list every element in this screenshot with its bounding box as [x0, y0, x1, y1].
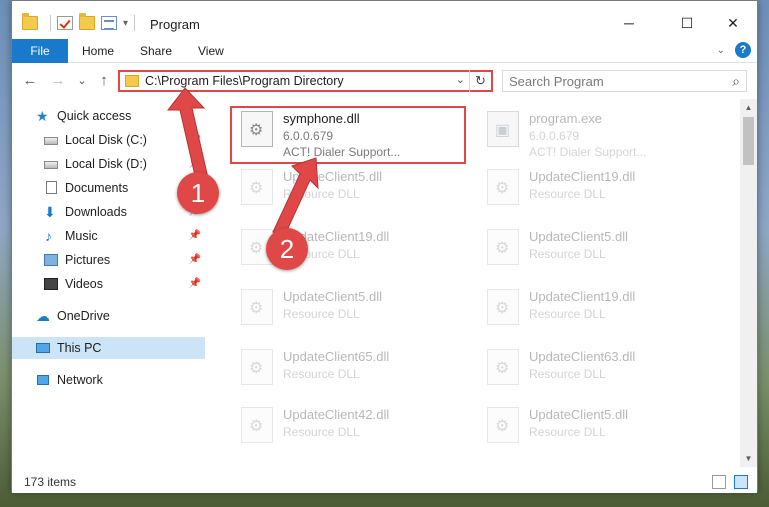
file-item-program-exe[interactable]: program.exe 6.0.0.679 ACT! Dialer Suppor…	[477, 101, 715, 161]
dll-file-icon	[241, 407, 273, 443]
up-arrow-icon[interactable]: ↑	[94, 72, 114, 90]
navigation-pane: ★ Quick access Local Disk (C:) 📌 Local D…	[12, 99, 205, 467]
download-icon: ⬇	[44, 204, 56, 220]
search-box[interactable]: ⌕	[502, 70, 747, 92]
file-item[interactable]: UpdateClient5.dll Resource DLL	[477, 397, 715, 457]
music-icon: ♪	[45, 228, 52, 244]
scroll-up-icon[interactable]: ▲	[740, 99, 757, 116]
file-highlight-box	[230, 106, 466, 164]
pin-icon[interactable]: 📌	[189, 225, 201, 247]
sidebar-item-videos[interactable]: Videos 📌	[12, 273, 205, 295]
dll-file-icon	[241, 289, 273, 325]
step-marker-2: 2	[266, 228, 308, 270]
file-item[interactable]: UpdateClient65.dll Resource DLL	[231, 339, 469, 399]
back-arrow-icon[interactable]: ←	[20, 72, 40, 90]
sidebar-item-network[interactable]: Network	[12, 369, 205, 391]
file-item[interactable]: UpdateClient5.dll Resource DLL	[477, 219, 715, 279]
dll-file-icon	[241, 349, 273, 385]
properties-check-icon[interactable]	[57, 16, 73, 30]
ribbon-tabs: File Home Share View ⌄ ?	[12, 39, 757, 63]
search-input[interactable]	[503, 71, 718, 91]
sidebar-item-local-disk-c[interactable]: Local Disk (C:) 📌	[12, 129, 205, 151]
sidebar-item-downloads[interactable]: ⬇ Downloads 📌	[12, 201, 205, 223]
sidebar-item-this-pc[interactable]: This PC	[12, 337, 205, 359]
dll-file-icon	[487, 169, 519, 205]
file-item[interactable]: UpdateClient5.dll Resource DLL	[231, 279, 469, 339]
computer-icon	[36, 343, 50, 353]
file-item[interactable]: UpdateClient63.dll Resource DLL	[477, 339, 715, 399]
chevron-down-icon[interactable]: ▾	[123, 18, 128, 29]
maximize-button[interactable]: ☐	[664, 9, 710, 37]
tab-view[interactable]: View	[198, 39, 224, 63]
sidebar-item-documents[interactable]: Documents 📌	[12, 177, 205, 199]
new-folder-icon[interactable]	[79, 13, 95, 30]
dll-file-icon	[487, 407, 519, 443]
item-count: 173 items	[24, 475, 77, 489]
file-item[interactable]: UpdateClient42.dll Resource DLL	[231, 397, 469, 457]
sidebar-item-onedrive[interactable]: ☁ OneDrive	[12, 305, 205, 327]
step-marker-1: 1	[177, 172, 219, 214]
customize-toolbar-icon[interactable]	[101, 16, 117, 30]
pin-icon[interactable]: 📌	[189, 249, 201, 271]
quick-access-toolbar: ▾	[22, 13, 141, 33]
dll-file-icon	[487, 229, 519, 265]
disk-icon	[44, 137, 58, 145]
tab-file[interactable]: File	[12, 39, 68, 63]
window-title: Program	[150, 17, 200, 32]
close-button[interactable]: ✕	[710, 9, 756, 37]
dll-file-icon	[487, 289, 519, 325]
dll-file-icon	[241, 169, 273, 205]
details-view-icon[interactable]	[712, 475, 726, 489]
tab-home[interactable]: Home	[82, 39, 114, 63]
status-bar: 173 items	[12, 471, 757, 493]
forward-arrow-icon[interactable]: →	[48, 72, 68, 90]
file-item[interactable]: UpdateClient19.dll Resource DLL	[477, 279, 715, 339]
refresh-icon[interactable]: ↻	[469, 70, 491, 92]
file-item[interactable]: UpdateClient19.dll Resource DLL	[477, 159, 715, 219]
address-bar[interactable]: C:\Program Files\Program Directory ⌄ ↻	[118, 70, 493, 92]
search-icon[interactable]: ⌕	[732, 73, 740, 90]
pin-icon[interactable]: 📌	[189, 129, 201, 151]
file-explorer-window: ▾ Program ─ ☐ ✕ File Home Share View ⌄ ?…	[11, 0, 758, 493]
vertical-scrollbar[interactable]: ▲ ▼	[740, 99, 757, 467]
expand-ribbon-icon[interactable]: ⌄	[717, 45, 725, 56]
network-icon	[37, 375, 49, 385]
disk-icon	[44, 161, 58, 169]
pictures-icon	[44, 254, 58, 266]
video-icon	[44, 278, 58, 290]
file-item[interactable]: UpdateClient5.dll Resource DLL	[231, 159, 469, 219]
scroll-down-icon[interactable]: ▼	[740, 450, 757, 467]
scroll-thumb[interactable]	[743, 117, 754, 165]
large-icons-view-icon[interactable]	[734, 475, 748, 489]
sidebar-item-pictures[interactable]: Pictures 📌	[12, 249, 205, 271]
cloud-icon: ☁	[36, 308, 50, 324]
star-icon: ★	[36, 108, 49, 124]
tab-share[interactable]: Share	[140, 39, 172, 63]
title-bar[interactable]: ▾ Program ─ ☐ ✕	[12, 1, 757, 39]
address-path[interactable]: C:\Program Files\Program Directory	[145, 74, 344, 88]
minimize-button[interactable]: ─	[606, 9, 652, 37]
folder-icon	[22, 13, 38, 30]
recent-locations-icon[interactable]: ⌄	[72, 72, 92, 90]
dll-file-icon	[487, 349, 519, 385]
sidebar-item-local-disk-d[interactable]: Local Disk (D:) 📌	[12, 153, 205, 175]
navigation-bar: ← → ⌄ ↑ C:\Program Files\Program Directo…	[12, 63, 757, 99]
chevron-down-icon[interactable]: ⌄	[456, 73, 465, 86]
document-icon	[46, 181, 57, 194]
folder-icon	[125, 75, 139, 87]
exe-file-icon	[487, 111, 519, 147]
sidebar-item-music[interactable]: ♪ Music 📌	[12, 225, 205, 247]
help-icon[interactable]: ?	[735, 42, 751, 58]
pin-icon[interactable]: 📌	[189, 273, 201, 295]
sidebar-item-quick-access[interactable]: ★ Quick access	[12, 105, 205, 127]
